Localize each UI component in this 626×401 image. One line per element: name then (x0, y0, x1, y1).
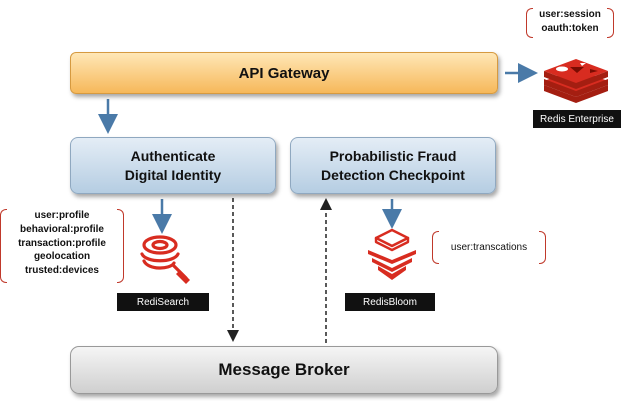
key-item: user:session (539, 9, 601, 20)
fraud-detection-box: Probabilistic Fraud Detection Checkpoint (290, 137, 496, 194)
redisearch-keys: user:profile behavioral:profile transact… (0, 209, 124, 283)
redisbloom-label: RedisBloom (345, 293, 435, 311)
authenticate-label-line1: Authenticate (130, 147, 216, 164)
redisbloom-icon (368, 228, 416, 280)
key-item: geolocation (33, 251, 91, 263)
fraud-label-line2: Detection Checkpoint (321, 166, 465, 183)
left-brace (526, 8, 533, 38)
redisearch-label: RediSearch (117, 293, 209, 311)
authenticate-label-line2: Digital Identity (124, 166, 222, 183)
right-brace (607, 8, 614, 38)
left-brace (432, 231, 439, 264)
right-brace (117, 209, 124, 283)
key-item: user:profile (34, 210, 90, 221)
redis-enterprise-keys: user:session oauth:token (526, 8, 614, 38)
api-gateway-box: API Gateway (70, 52, 498, 94)
key-item: user:transcations (450, 241, 528, 253)
message-broker-label: Message Broker (218, 360, 350, 379)
redis-logo-icon (544, 59, 608, 103)
key-item: behavioral:profile (20, 223, 104, 235)
authenticate-box: Authenticate Digital Identity (70, 137, 276, 194)
redisbloom-keys: user:transcations (432, 231, 546, 264)
key-item: transaction:profile (18, 237, 106, 249)
left-brace (0, 209, 7, 283)
key-item: oauth:token (541, 22, 599, 34)
message-broker-box: Message Broker (70, 346, 498, 394)
redis-enterprise-label: Redis Enterprise (533, 110, 621, 128)
redisearch-icon (140, 235, 190, 284)
api-gateway-label: API Gateway (238, 64, 330, 82)
key-item: trusted:devices (25, 265, 99, 277)
right-brace (539, 231, 546, 264)
fraud-label-line1: Probabilistic Fraud (329, 147, 457, 164)
